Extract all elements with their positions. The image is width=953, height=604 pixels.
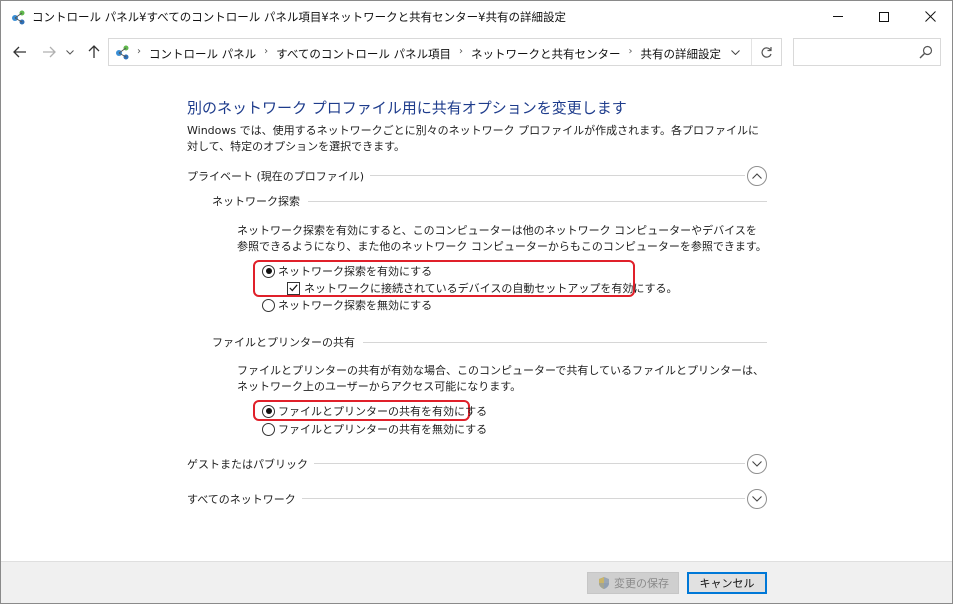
network-discovery-header: ネットワーク探索: [212, 193, 767, 209]
chevron-down-icon: [66, 49, 74, 55]
file-printer-sharing-description: ファイルとプリンターの共有が有効な場合、このコンピューターで共有しているファイル…: [237, 364, 765, 393]
network-discovery-off-radio[interactable]: ネットワーク探索を無効にする: [262, 297, 432, 313]
page-title: 別のネットワーク プロファイル用に共有オプションを変更します: [187, 99, 627, 117]
search-box[interactable]: [793, 38, 941, 66]
chevron-down-icon: [730, 49, 740, 55]
profile-all-networks-header[interactable]: すべてのネットワーク: [187, 489, 767, 509]
address-bar[interactable]: › コントロール パネル › すべてのコントロール パネル項目 › ネットワーク…: [108, 38, 782, 66]
search-icon[interactable]: [918, 44, 934, 60]
cancel-label: キャンセル: [699, 577, 755, 590]
back-button[interactable]: [9, 41, 31, 63]
breadcrumb-item[interactable]: 共有の詳細設定: [641, 46, 722, 62]
main-content: 別のネットワーク プロファイル用に共有オプションを変更します Windows で…: [1, 73, 952, 561]
file-printer-sharing-header: ファイルとプリンターの共有: [212, 334, 767, 350]
profile-all-networks-label: すべてのネットワーク: [187, 491, 302, 507]
collapse-private-button[interactable]: [747, 166, 767, 186]
navigation-bar: › コントロール パネル › すべてのコントロール パネル項目 › ネットワーク…: [1, 32, 952, 72]
checkmark-icon: [289, 284, 298, 292]
footer: 変更の保存 キャンセル: [1, 561, 952, 603]
radio-selected-icon[interactable]: [262, 264, 275, 278]
network-center-icon: [12, 10, 25, 25]
minimize-button[interactable]: [815, 1, 861, 32]
search-input[interactable]: [798, 43, 908, 61]
file-printer-sharing-on-radio[interactable]: ファイルとプリンターの共有を有効にする: [262, 403, 487, 419]
network-discovery-label: ネットワーク探索: [212, 193, 308, 209]
file-printer-sharing-off-radio[interactable]: ファイルとプリンターの共有を無効にする: [262, 421, 487, 437]
close-button[interactable]: [907, 1, 953, 32]
arrow-left-icon: [13, 46, 26, 58]
close-icon: [924, 11, 936, 22]
auto-setup-label[interactable]: ネットワークに接続されているデバイスの自動セットアップを有効にする。: [304, 280, 677, 296]
radio-selected-icon[interactable]: [262, 404, 275, 418]
address-dropdown-button[interactable]: [721, 39, 749, 65]
breadcrumb-separator-icon[interactable]: ›: [137, 46, 141, 62]
breadcrumb-separator-icon[interactable]: ›: [459, 46, 463, 62]
breadcrumb-item[interactable]: ネットワークと共有センター: [471, 46, 621, 62]
checkbox-checked-icon[interactable]: [287, 281, 300, 295]
network-discovery-on-label[interactable]: ネットワーク探索を有効にする: [278, 263, 432, 279]
save-changes-button[interactable]: 変更の保存: [587, 572, 679, 594]
refresh-button[interactable]: [751, 39, 781, 65]
file-printer-sharing-off-label[interactable]: ファイルとプリンターの共有を無効にする: [278, 421, 487, 437]
title-bar: コントロール パネル¥すべてのコントロール パネル項目¥ネットワークと共有センタ…: [1, 1, 952, 32]
maximize-button[interactable]: [861, 1, 907, 32]
breadcrumb-separator-icon[interactable]: ›: [629, 46, 633, 62]
file-printer-sharing-label: ファイルとプリンターの共有: [212, 334, 363, 350]
arrow-right-icon: [43, 46, 56, 58]
profile-guest-public-label: ゲストまたはパブリック: [187, 456, 314, 472]
breadcrumb: › コントロール パネル › すべてのコントロール パネル項目 › ネットワーク…: [137, 46, 721, 62]
recent-locations-button[interactable]: [63, 41, 77, 63]
chevron-down-icon: [752, 461, 762, 467]
radio-unselected-icon[interactable]: [262, 298, 275, 312]
forward-button[interactable]: [38, 41, 60, 63]
expand-all-networks-button[interactable]: [747, 489, 767, 509]
maximize-icon: [879, 11, 889, 22]
profile-private-label: プライベート (現在のプロファイル): [187, 168, 371, 184]
file-printer-sharing-on-label[interactable]: ファイルとプリンターの共有を有効にする: [278, 403, 487, 419]
save-changes-label: 変更の保存: [614, 577, 669, 590]
window-title: コントロール パネル¥すべてのコントロール パネル項目¥ネットワークと共有センタ…: [32, 10, 566, 24]
breadcrumb-item[interactable]: すべてのコントロール パネル項目: [276, 46, 451, 62]
expand-guest-public-button[interactable]: [747, 454, 767, 474]
breadcrumb-item[interactable]: コントロール パネル: [149, 46, 256, 62]
refresh-icon: [761, 46, 772, 58]
chevron-down-icon: [752, 496, 762, 502]
profile-private-header[interactable]: プライベート (現在のプロファイル): [187, 166, 767, 186]
up-button[interactable]: [83, 41, 105, 63]
minimize-icon: [833, 16, 843, 17]
auto-setup-checkbox[interactable]: ネットワークに接続されているデバイスの自動セットアップを有効にする。: [287, 280, 677, 296]
radio-unselected-icon[interactable]: [262, 422, 275, 436]
network-center-icon: [116, 45, 129, 60]
window: コントロール パネル¥すべてのコントロール パネル項目¥ネットワークと共有センタ…: [0, 0, 953, 604]
arrow-up-icon: [88, 45, 100, 58]
breadcrumb-separator-icon[interactable]: ›: [264, 46, 268, 62]
network-discovery-on-radio[interactable]: ネットワーク探索を有効にする: [262, 263, 432, 279]
network-discovery-off-label[interactable]: ネットワーク探索を無効にする: [278, 297, 432, 313]
uac-shield-icon: [599, 577, 609, 589]
intro-text: Windows では、使用するネットワークごとに別々のネットワーク プロファイル…: [187, 124, 759, 153]
network-discovery-description: ネットワーク探索を有効にすると、このコンピューターは他のネットワーク コンピュー…: [237, 224, 767, 253]
chevron-up-icon: [752, 173, 762, 179]
profile-guest-public-header[interactable]: ゲストまたはパブリック: [187, 454, 767, 474]
cancel-button[interactable]: キャンセル: [687, 572, 767, 594]
